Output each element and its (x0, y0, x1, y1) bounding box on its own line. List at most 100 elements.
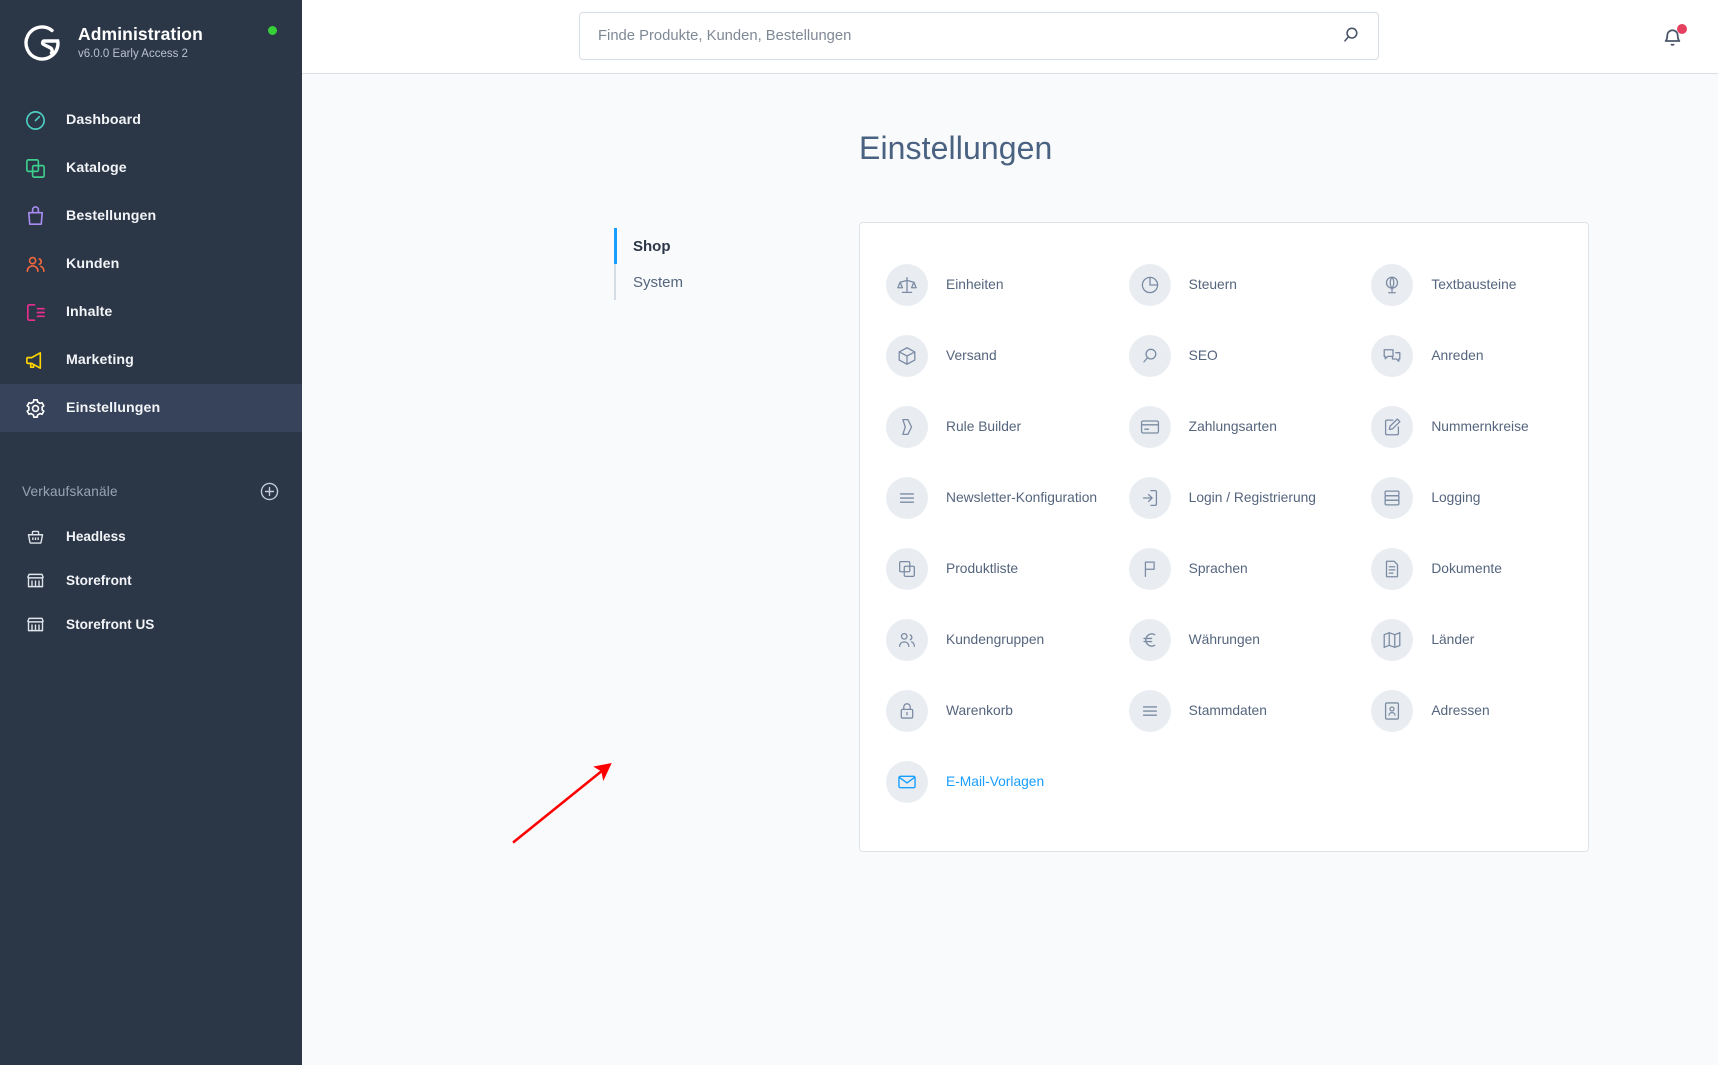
settings-tile-zahlungsarten[interactable]: Zahlungsarten (1103, 391, 1346, 462)
globe-stand-icon (1371, 263, 1414, 306)
settings-tile-adressen[interactable]: Adressen (1345, 675, 1588, 746)
settings-tile-label: Textbausteine (1431, 277, 1517, 292)
bag-icon (22, 203, 48, 229)
settings-tile-laender[interactable]: Länder (1345, 604, 1588, 675)
brand-title: Administration (78, 24, 203, 45)
settings-tile-label: Währungen (1188, 632, 1260, 647)
settings-tile-seo[interactable]: SEO (1103, 320, 1346, 391)
app-root: Administration v6.0.0 Early Access 2 Das… (0, 0, 1718, 1065)
storefront-icon (22, 611, 48, 637)
settings-tile-label: Rule Builder (946, 419, 1022, 434)
settings-tile-label: Anreden (1431, 348, 1484, 363)
storefront-icon (22, 567, 48, 593)
sidebar-item-label: Einstellungen (66, 400, 161, 416)
list-lines-icon (886, 476, 928, 519)
sidebar-item-inhalte[interactable]: Inhalte (0, 288, 302, 336)
settings-tile-stammdaten[interactable]: Stammdaten (1103, 675, 1346, 746)
search-input[interactable] (580, 28, 1324, 44)
sidebar-item-headless[interactable]: Headless (0, 514, 302, 558)
chat-bubbles-icon (1371, 334, 1414, 377)
sidebar-item-label: Inhalte (66, 304, 113, 320)
group-icon (886, 618, 928, 661)
plus-circle-icon[interactable] (259, 481, 280, 502)
sales-channels-title: Verkaufskanäle (22, 483, 118, 499)
tab-system[interactable]: System (614, 264, 859, 300)
settings-tile-label: Kundengruppen (946, 632, 1045, 647)
settings-tile-steuern[interactable]: Steuern (1103, 249, 1346, 320)
login-arrow-icon (1128, 476, 1171, 519)
main-navigation: Dashboard Kataloge Bestellungen Kunden I… (0, 96, 302, 432)
settings-card: Einheiten Steuern Textbausteine Versand … (859, 222, 1589, 852)
lock-icon (886, 689, 928, 732)
credit-card-icon (1128, 405, 1171, 448)
sidebar-item-label: Dashboard (66, 112, 142, 128)
sidebar: Administration v6.0.0 Early Access 2 Das… (0, 0, 302, 1065)
content-area: Einstellungen Shop System Einheiten Steu… (302, 74, 1718, 1065)
sidebar-item-label: Bestellungen (66, 208, 157, 224)
settings-tile-rule-builder[interactable]: Rule Builder (860, 391, 1103, 462)
settings-tile-login-registrierung[interactable]: Login / Registrierung (1103, 462, 1346, 533)
sidebar-item-storefront-us[interactable]: Storefront US (0, 602, 302, 646)
list-lines-icon (1128, 689, 1171, 732)
settings-tile-label: Login / Registrierung (1188, 490, 1316, 505)
settings-tile-label: Dokumente (1431, 561, 1502, 576)
speedometer-icon (22, 107, 48, 133)
sidebar-item-marketing[interactable]: Marketing (0, 336, 302, 384)
settings-tile-label: SEO (1188, 348, 1218, 363)
search-button[interactable] (1324, 13, 1378, 59)
sidebar-item-label: Marketing (66, 352, 134, 368)
settings-tile-label: Einheiten (946, 277, 1004, 292)
settings-tile-label: Länder (1431, 632, 1475, 647)
top-bar (302, 0, 1718, 74)
settings-tile-label: Zahlungsarten (1188, 419, 1277, 434)
notifications-button[interactable] (1652, 17, 1692, 57)
sidebar-item-einstellungen[interactable]: Einstellungen (0, 384, 302, 432)
sales-channel-label: Storefront (66, 572, 132, 588)
tab-label: System (633, 273, 684, 291)
settings-tile-dokumente[interactable]: Dokumente (1345, 533, 1588, 604)
duplicate-icon (886, 547, 928, 590)
settings-tile-label: Versand (946, 348, 997, 363)
global-search (579, 12, 1379, 60)
map-icon (1371, 618, 1414, 661)
page-title: Einstellungen (859, 130, 1053, 166)
settings-tile-kundengruppen[interactable]: Kundengruppen (860, 604, 1103, 675)
settings-tile-newsletter-konfiguration[interactable]: Newsletter-Konfiguration (860, 462, 1103, 533)
settings-tile-label: Logging (1431, 490, 1481, 505)
settings-tile-label: Steuern (1188, 277, 1237, 292)
sidebar-item-dashboard[interactable]: Dashboard (0, 96, 302, 144)
sidebar-item-storefront[interactable]: Storefront (0, 558, 302, 602)
settings-tile-label: E-Mail-Vorlagen (946, 774, 1045, 789)
package-icon (886, 334, 928, 377)
settings-tile-label: Sprachen (1188, 561, 1248, 576)
scales-icon (886, 263, 928, 306)
settings-tile-einheiten[interactable]: Einheiten (860, 249, 1103, 320)
settings-tile-logging[interactable]: Logging (1345, 462, 1588, 533)
bell-icon (1660, 23, 1687, 50)
settings-tile-waehrungen[interactable]: Währungen (1103, 604, 1346, 675)
settings-tile-e-mail-vorlagen[interactable]: E-Mail-Vorlagen (860, 746, 1103, 817)
settings-tile-textbausteine[interactable]: Textbausteine (1345, 249, 1588, 320)
gear-icon (22, 395, 48, 421)
sales-channel-label: Headless (66, 528, 126, 544)
settings-tile-anreden[interactable]: Anreden (1345, 320, 1588, 391)
settings-tile-warenkorb[interactable]: Warenkorb (860, 675, 1103, 746)
settings-tile-produktliste[interactable]: Produktliste (860, 533, 1103, 604)
sidebar-item-label: Kataloge (66, 160, 127, 176)
settings-tile-label: Produktliste (946, 561, 1019, 576)
copy-icon (22, 155, 48, 181)
tab-shop[interactable]: Shop (614, 228, 859, 264)
settings-tile-nummernkreise[interactable]: Nummernkreise (1345, 391, 1588, 462)
sidebar-item-kunden[interactable]: Kunden (0, 240, 302, 288)
users-icon (22, 251, 48, 277)
sidebar-item-bestellungen[interactable]: Bestellungen (0, 192, 302, 240)
address-card-icon (1371, 689, 1414, 732)
settings-tile-sprachen[interactable]: Sprachen (1103, 533, 1346, 604)
pie-chart-icon (1128, 263, 1171, 306)
euro-icon (1128, 618, 1171, 661)
flag-icon (1128, 547, 1171, 590)
settings-tile-versand[interactable]: Versand (860, 320, 1103, 391)
settings-grid: Einheiten Steuern Textbausteine Versand … (860, 249, 1588, 817)
sidebar-item-kataloge[interactable]: Kataloge (0, 144, 302, 192)
brand-version: v6.0.0 Early Access 2 (78, 48, 188, 61)
